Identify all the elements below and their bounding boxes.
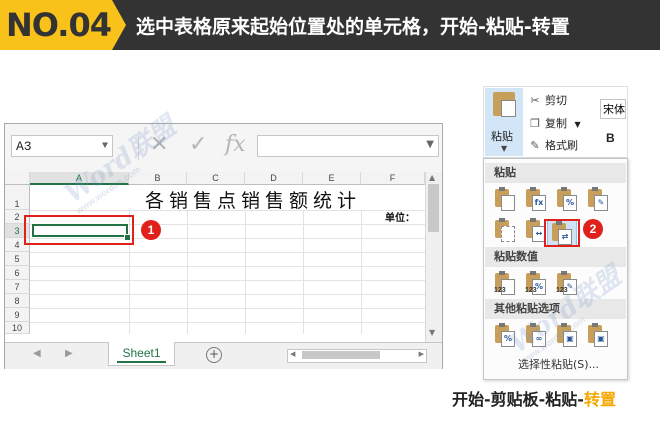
- chevron-down-icon[interactable]: ▼: [575, 120, 581, 129]
- tab-prev-icon[interactable]: ◀: [33, 348, 41, 359]
- copy-button[interactable]: ❐ 复制 ▼: [528, 115, 581, 133]
- paste-option-no-borders[interactable]: [491, 218, 519, 244]
- caption-highlight: 转置: [583, 390, 616, 409]
- step-marker-1: 1: [141, 220, 161, 240]
- gridline: [30, 294, 425, 295]
- paste-option-values[interactable]: 123: [491, 271, 519, 297]
- scroll-left-icon[interactable]: ◀: [290, 350, 295, 358]
- step-marker-2: 2: [583, 219, 603, 239]
- column-header-c[interactable]: C: [187, 172, 245, 185]
- no-borders-icon: [501, 226, 515, 242]
- highlight-box-step2: [544, 219, 580, 247]
- check-icon[interactable]: ✓: [189, 132, 207, 157]
- scroll-down-icon[interactable]: ▼: [429, 328, 435, 337]
- paste-button[interactable]: 粘贴 ▼: [485, 88, 523, 156]
- tab-sheet1[interactable]: Sheet1: [108, 342, 175, 366]
- formula-bar: A3 ▼ ✕ ✓ fx ▼: [5, 124, 442, 172]
- copy-icon: ❐: [530, 117, 540, 130]
- values-label: 123: [494, 287, 506, 294]
- column-header-f[interactable]: F: [361, 172, 425, 185]
- row-header[interactable]: 9: [5, 308, 30, 322]
- paintbrush-icon: ✎: [594, 195, 608, 211]
- paintbrush-icon: ✎: [530, 139, 540, 152]
- top-banner: NO.04 选中表格原来起始位置处的单元格，开始-粘贴-转置: [0, 0, 660, 50]
- column-header-e[interactable]: E: [303, 172, 361, 185]
- step-badge-text: NO.04: [6, 6, 112, 44]
- add-sheet-icon[interactable]: +: [206, 347, 222, 363]
- gridline: [303, 210, 304, 334]
- sheet-tab-bar: ◀ ▶ Sheet1 + ◀ ▶: [5, 342, 442, 369]
- chevron-down-icon[interactable]: ▼: [501, 144, 507, 153]
- paste-option-formulas[interactable]: fx: [522, 187, 550, 213]
- scissors-icon: ✂: [530, 94, 540, 107]
- gridline: [30, 322, 425, 323]
- row-header[interactable]: 5: [5, 252, 30, 266]
- tab-next-icon[interactable]: ▶: [65, 348, 73, 359]
- vertical-scrollbar[interactable]: ▲ ▼: [425, 172, 442, 342]
- horizontal-scrollbar[interactable]: ◀ ▶: [287, 349, 427, 363]
- select-all-corner[interactable]: [5, 172, 30, 185]
- section-paste: 粘贴: [485, 163, 626, 183]
- row-header[interactable]: 8: [5, 294, 30, 308]
- fx-icon[interactable]: fx: [225, 132, 246, 157]
- step-caption: 开始-剪贴板-粘贴-转置: [452, 386, 616, 410]
- gridline: [245, 210, 246, 334]
- paste-label: 粘贴: [491, 130, 513, 143]
- bold-button[interactable]: B: [606, 131, 615, 145]
- copy-label: 复制: [545, 117, 567, 130]
- banner-title: 选中表格原来起始位置处的单元格，开始-粘贴-转置: [136, 16, 570, 38]
- cut-button[interactable]: ✂ 剪切: [528, 92, 567, 110]
- excel-window: A3 ▼ ✕ ✓ fx ▼ A B C D E F 1 2 3 4 5 6 7 …: [4, 123, 443, 369]
- scroll-up-icon[interactable]: ▲: [429, 173, 435, 182]
- format-painter-label: 格式刷: [545, 139, 578, 152]
- gridline: [30, 252, 425, 253]
- sheet-title-cell[interactable]: 各销售点销售额统计: [145, 186, 361, 213]
- caption-path: 开始-剪贴板-粘贴-: [452, 390, 584, 409]
- gridline: [30, 308, 425, 309]
- formula-icon: fx: [532, 195, 546, 211]
- paste-option-paste[interactable]: [491, 187, 519, 213]
- clipboard-group: 粘贴 ▼ ✂ 剪切 ❐ 复制 ▼ ✎ 格式刷 宋体 B: [483, 86, 628, 158]
- row-header[interactable]: 6: [5, 266, 30, 280]
- font-name-select[interactable]: 宋体: [600, 99, 626, 119]
- unit-label-cell[interactable]: 单位：: [385, 209, 415, 224]
- paste-option-keep-source-format[interactable]: ✎: [584, 187, 612, 213]
- page-icon: [501, 195, 515, 211]
- scroll-thumb[interactable]: [302, 351, 380, 359]
- paste-option-formulas-number-format[interactable]: %: [553, 187, 581, 213]
- scroll-thumb[interactable]: [428, 184, 439, 232]
- values-label: 123: [525, 287, 537, 294]
- linked-picture-icon: ▣: [594, 331, 608, 347]
- column-header-d[interactable]: D: [245, 172, 303, 185]
- scroll-right-icon[interactable]: ▶: [419, 350, 424, 358]
- percent-formula-icon: %: [563, 195, 577, 211]
- gridline: [361, 210, 362, 334]
- format-painter-button[interactable]: ✎ 格式刷: [528, 137, 578, 155]
- step-badge-arrow: [112, 0, 126, 50]
- step-badge: NO.04: [0, 0, 112, 50]
- gridline: [187, 210, 188, 334]
- clipboard-icon: [493, 92, 516, 117]
- chevron-down-icon[interactable]: ▼: [426, 139, 434, 150]
- paste-option-linked-picture[interactable]: ▣: [584, 323, 612, 349]
- gridline: [30, 266, 425, 267]
- paste-option-values-number-format[interactable]: % 123: [522, 271, 550, 297]
- row-header[interactable]: 1: [5, 185, 30, 210]
- gridline: [30, 280, 425, 281]
- cut-label: 剪切: [545, 94, 567, 107]
- row-header[interactable]: 7: [5, 280, 30, 294]
- name-box-value: A3: [16, 139, 32, 154]
- row-header[interactable]: 10: [5, 322, 30, 334]
- formula-input[interactable]: ▼: [257, 135, 439, 157]
- highlight-box-step1: [24, 215, 134, 245]
